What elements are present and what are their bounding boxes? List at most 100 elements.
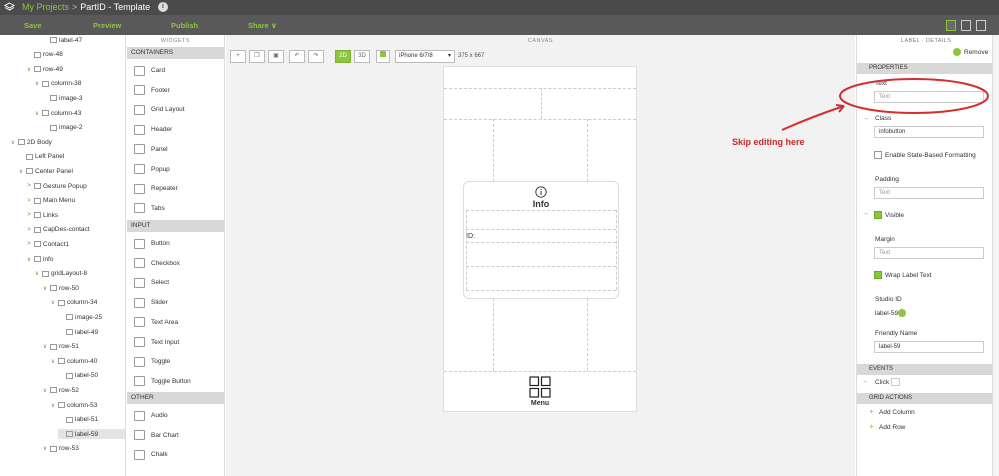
widget-header[interactable]: Header	[127, 120, 224, 139]
state-formatting-checkbox[interactable]	[874, 151, 882, 159]
tree-item[interactable]: label-47	[42, 35, 125, 45]
tree-item[interactable]: ∨ column-53	[50, 400, 125, 410]
widget-chalk[interactable]: Chalk	[127, 445, 224, 464]
chevron-down-icon[interactable]: ∨	[34, 110, 40, 117]
tree-item[interactable]: image-3	[42, 93, 125, 103]
chevron-down-icon[interactable]: ∨	[34, 80, 40, 87]
input-section-header[interactable]: INPUT	[127, 220, 224, 232]
widget-grid-layout[interactable]: Grid Layout	[127, 100, 224, 119]
tree-item[interactable]: ∨ row-52	[42, 385, 125, 395]
layout-view-3-icon[interactable]	[976, 20, 986, 31]
events-section-header[interactable]: EVENTS	[857, 364, 993, 375]
widget-select[interactable]: Select	[127, 273, 224, 292]
publish-button[interactable]: Publish	[171, 21, 198, 30]
properties-section-header[interactable]: PROPERTIES	[857, 63, 993, 74]
widget-slider[interactable]: Slider	[127, 293, 224, 312]
right-scrollbar[interactable]	[992, 35, 999, 476]
chevron-down-icon[interactable]: ∨	[34, 270, 40, 277]
widget-text-input[interactable]: Text Input	[127, 333, 224, 352]
containers-section-header[interactable]: CONTAINERS	[127, 47, 224, 59]
tree-item[interactable]: ∨ 2D Body	[10, 137, 125, 147]
add-row-icon[interactable]: +	[869, 422, 874, 431]
chevron-right-icon[interactable]: >	[26, 212, 32, 218]
tree-item[interactable]: > Links	[26, 210, 125, 220]
widget-card[interactable]: Card	[127, 61, 224, 80]
device-orientation-icon[interactable]	[376, 50, 390, 63]
widget-popup[interactable]: Popup	[127, 160, 224, 179]
tree-item[interactable]: > CapDes-contact	[26, 225, 125, 235]
chevron-down-icon[interactable]: ∨	[50, 299, 56, 306]
tree-item[interactable]: ∨ column-34	[50, 298, 125, 308]
chevron-down-icon[interactable]: ∨	[42, 387, 48, 394]
tree-item[interactable]: label-51	[58, 415, 125, 425]
tree-item[interactable]: label-59	[58, 429, 125, 440]
tree-item[interactable]: ∨ info	[26, 254, 125, 264]
padding-input[interactable]: Text	[874, 187, 984, 199]
add-column-button[interactable]: Add Column	[879, 409, 915, 416]
add-row-button[interactable]: Add Row	[879, 424, 905, 431]
tree-item[interactable]: > Main Menu	[26, 196, 125, 206]
bind-arrow-icon[interactable]: →	[862, 79, 869, 86]
widget-text-area[interactable]: Text Area	[127, 313, 224, 332]
tree-item[interactable]: image-2	[42, 123, 125, 133]
tree-item[interactable]: > Contact1	[26, 239, 125, 249]
chevron-right-icon[interactable]: >	[26, 241, 32, 247]
other-section-header[interactable]: OTHER	[127, 392, 224, 404]
chevron-down-icon[interactable]: ∨	[26, 256, 32, 263]
widget-toggle-button[interactable]: Toggle Button	[127, 372, 224, 391]
bind-arrow-icon[interactable]: →	[862, 210, 869, 217]
click-event-label[interactable]: Click	[875, 379, 889, 386]
delete-icon[interactable]: ▣	[268, 50, 284, 63]
click-event-icon[interactable]	[891, 378, 900, 386]
tree-item[interactable]: ∨ row-49	[26, 64, 125, 74]
chevron-down-icon[interactable]: ∨	[42, 343, 48, 350]
tree-item[interactable]: ∨ row-51	[42, 342, 125, 352]
widget-bar-chart[interactable]: Bar Chart	[127, 426, 224, 445]
breadcrumb-my-projects[interactable]: My Projects	[22, 2, 69, 12]
tree-item[interactable]: ∨ column-43	[34, 108, 125, 118]
chevron-down-icon[interactable]: ∨	[50, 358, 56, 365]
chevron-right-icon[interactable]: >	[26, 227, 32, 233]
redo-icon[interactable]: ↷	[308, 50, 324, 63]
tree-item[interactable]: label-49	[58, 327, 125, 337]
tree-item[interactable]: image-25	[58, 312, 125, 322]
tree-item[interactable]: > Gesture Popup	[26, 181, 125, 191]
layout-view-1-icon[interactable]	[946, 20, 956, 31]
remove-button[interactable]: Remove	[964, 49, 988, 56]
info-icon[interactable]: i	[158, 2, 168, 12]
chevron-down-icon[interactable]: ∨	[42, 445, 48, 452]
move-icon[interactable]: +	[230, 50, 246, 63]
menu-grid-icon[interactable]	[529, 376, 551, 398]
text-input[interactable]: Text	[874, 91, 984, 103]
undo-icon[interactable]: ↶	[289, 50, 305, 63]
tree-item[interactable]: ∨ row-53	[42, 444, 125, 454]
add-column-icon[interactable]: +	[869, 407, 874, 416]
preview-button[interactable]: Preview	[93, 21, 121, 30]
widget-tabs[interactable]: Tabs	[127, 199, 224, 218]
widget-button[interactable]: Button	[127, 234, 224, 253]
layout-view-2-icon[interactable]	[961, 20, 971, 31]
tree-item[interactable]: Left Panel	[18, 152, 125, 162]
visible-checkbox[interactable]	[874, 211, 882, 219]
phone-canvas[interactable]: Info ID: Menu	[443, 66, 637, 412]
tree-item[interactable]: ∨ row-50	[42, 283, 125, 293]
chevron-down-icon[interactable]: ∨	[42, 285, 48, 292]
save-button[interactable]: Save	[24, 21, 42, 30]
class-input[interactable]: infobutton	[874, 126, 984, 138]
widget-footer[interactable]: Footer	[127, 81, 224, 100]
wrap-label-checkbox[interactable]	[874, 271, 882, 279]
copy-icon[interactable]: ❐	[249, 50, 265, 63]
widget-repeater[interactable]: Repeater	[127, 179, 224, 198]
chevron-right-icon[interactable]: >	[26, 183, 32, 189]
widget-checkbox[interactable]: Checkbox	[127, 254, 224, 273]
mode-2d-button[interactable]: 2D	[335, 50, 351, 63]
tree-item[interactable]: ∨ column-40	[50, 356, 125, 366]
friendly-name-input[interactable]: label-59	[874, 341, 984, 353]
tree-item[interactable]: ∨ gridLayout-8	[34, 269, 125, 279]
edit-pencil-icon[interactable]	[898, 309, 906, 317]
remove-icon[interactable]	[953, 48, 961, 56]
chevron-down-icon[interactable]: ∨	[10, 139, 16, 146]
chevron-down-icon[interactable]: ∨	[18, 168, 24, 175]
bind-arrow-icon[interactable]: →	[862, 115, 869, 122]
device-select[interactable]: iPhone 6/7/8 ▾	[395, 50, 455, 63]
